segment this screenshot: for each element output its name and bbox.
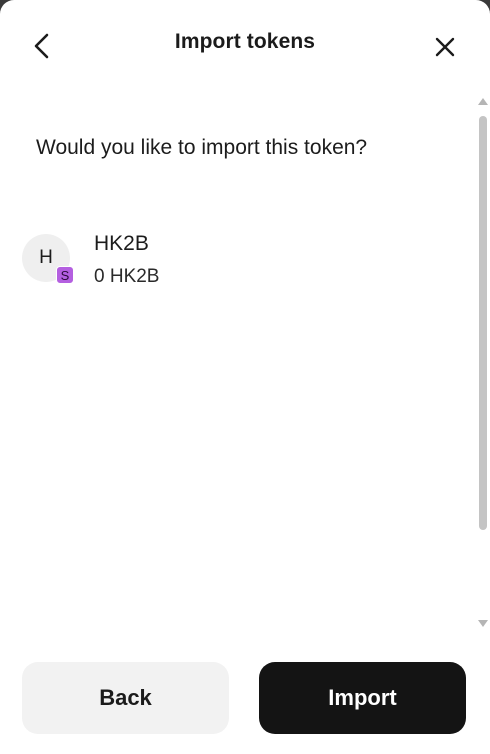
scroll-down-arrow-icon[interactable]	[478, 620, 488, 627]
scrollbar-thumb[interactable]	[479, 116, 487, 530]
import-tokens-modal: Import tokens Would you like to import t…	[0, 0, 490, 754]
import-button[interactable]: Import	[259, 662, 466, 734]
modal-title: Import tokens	[174, 30, 316, 53]
modal-header: Import tokens	[0, 0, 490, 90]
chain-badge-letter: S	[60, 267, 70, 283]
scrollbar[interactable]	[476, 96, 490, 636]
back-button[interactable]: Back	[22, 662, 229, 734]
import-prompt: Would you like to import this token?	[36, 136, 368, 159]
token-balance: 0 HK2B	[94, 266, 160, 287]
scroll-up-arrow-icon[interactable]	[478, 98, 488, 105]
close-icon[interactable]	[428, 30, 462, 64]
token-avatar-letter: H	[39, 247, 53, 268]
chain-badge-icon: S	[56, 266, 74, 284]
modal-content: Would you like to import this token? H S…	[0, 96, 490, 636]
token-symbol: HK2B	[94, 232, 149, 255]
token-item: H S HK2B 0 HK2B	[22, 228, 462, 292]
modal-footer: Back Import	[0, 662, 490, 734]
